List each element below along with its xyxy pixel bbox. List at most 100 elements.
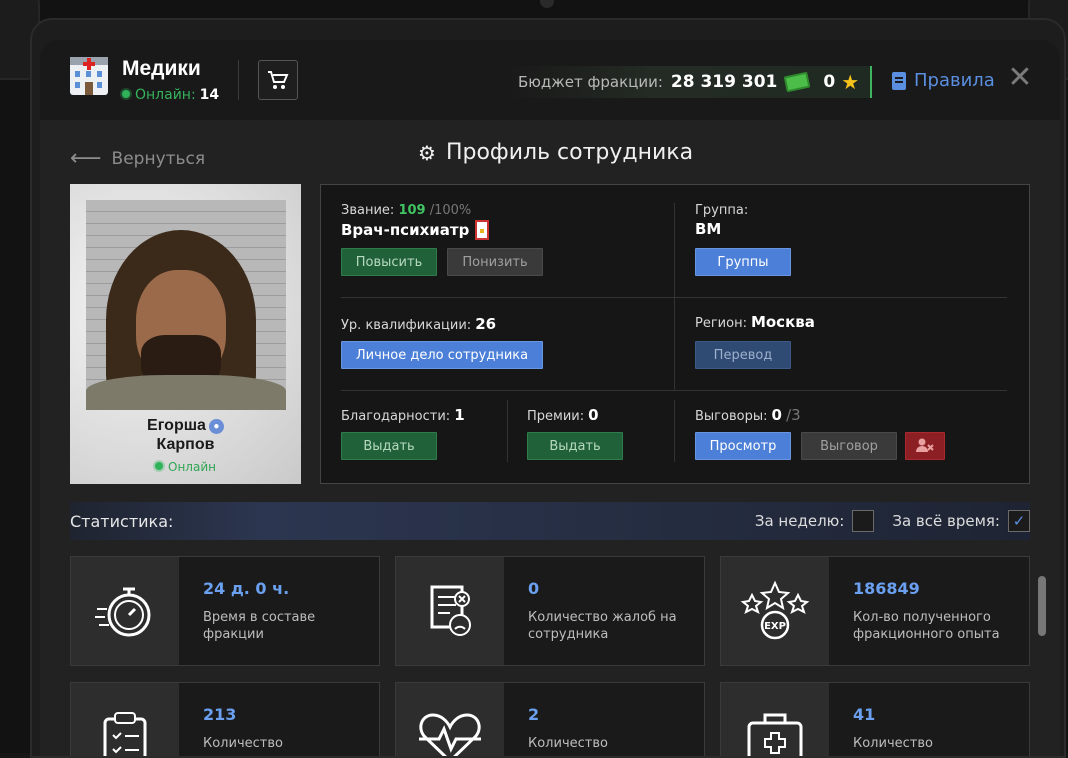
rank-name: Врач-психиатр (341, 221, 470, 239)
reprimand-button[interactable]: Выговор (801, 432, 897, 460)
column-divider (674, 203, 675, 391)
reprimand-block: Выговоры: 0 /3 (695, 406, 801, 424)
qualification-label: Ур. квалификации: (341, 318, 472, 333)
week-filter-label: За неделю: (754, 512, 845, 530)
bonus-value: 0 (588, 406, 599, 424)
demote-button[interactable]: Понизить (447, 248, 543, 276)
row-divider (341, 390, 1007, 391)
employee-photo (86, 200, 286, 410)
gear-icon: ⚙ (418, 140, 436, 165)
stat-label: Количество жалоб на сотрудника (528, 610, 677, 642)
stat-value: 2 (528, 705, 540, 724)
thanks-value: 1 (454, 406, 465, 424)
budget-label: Бюджет фракции: (518, 73, 663, 91)
dismiss-button[interactable] (905, 432, 945, 460)
groups-button[interactable]: Группы (695, 248, 791, 276)
document-icon (892, 71, 906, 90)
column-divider (674, 400, 675, 462)
reprimand-value: 0 (771, 406, 782, 424)
profile-content: ⟵ Вернуться ⚙ Профиль сотрудника Егорша ●… (40, 120, 1060, 756)
employee-first-name: Егорша (147, 417, 206, 434)
reprimand-max: /3 (786, 406, 801, 424)
online-count: 14 (199, 87, 220, 103)
rules-link[interactable]: Правила (892, 70, 995, 91)
rank-insignia-icon (475, 220, 490, 240)
give-thanks-button[interactable]: Выдать (341, 432, 437, 460)
page-title: ⚙ Профиль сотрудника (418, 140, 693, 165)
faction-window: Медики Онлайн: 14 Бюджет фракции: 28 319 … (30, 18, 1066, 758)
stopwatch-icon (71, 557, 179, 665)
complaint-doc-icon (396, 557, 504, 665)
online-label: Онлайн: (135, 87, 196, 103)
stat-value: 41 (853, 705, 876, 724)
heartbeat-icon (396, 683, 504, 756)
rank-max: /100% (429, 203, 472, 218)
online-counter: Онлайн: 14 (122, 87, 219, 103)
group-value: ВМ (695, 220, 722, 238)
stat-value: 186849 (853, 579, 920, 598)
remove-user-icon (916, 438, 934, 452)
region-block: Регион: Москва (695, 313, 815, 331)
personal-file-button[interactable]: Личное дело сотрудника (341, 341, 543, 369)
medkit-icon (721, 683, 829, 756)
stat-label: Количество (203, 736, 283, 751)
statistics-bar: Статистика: За неделю: За всё время: ✓ (70, 502, 1030, 540)
stat-tile: 213 Количество (70, 682, 380, 756)
give-bonus-button[interactable]: Выдать (527, 432, 623, 460)
all-time-checkbox[interactable]: ✓ (1008, 510, 1030, 532)
rank-value: 109 (398, 203, 426, 218)
clipboard-icon (71, 683, 179, 756)
stat-value: 0 (528, 579, 540, 598)
stars-value: 0 (823, 72, 836, 92)
stat-tile: 24 д. 0 ч. Время в составе фракции (70, 556, 380, 666)
close-button[interactable]: ✕ (1006, 63, 1034, 93)
faction-budget: Бюджет фракции: 28 319 301 0 ★ (508, 66, 872, 98)
stat-tile: 0 Количество жалоб на сотрудника (395, 556, 705, 666)
checkmark-icon: ✓ (1012, 512, 1026, 530)
thanks-label: Благодарности: (341, 409, 451, 424)
reprimand-label: Выговоры: (695, 409, 768, 424)
region-value: Москва (750, 313, 815, 331)
back-label: Вернуться (111, 148, 206, 169)
column-divider (507, 400, 508, 462)
employee-last-name: Карпов (156, 436, 215, 453)
stat-label: Количество (528, 736, 608, 751)
stat-value: 213 (203, 705, 237, 724)
frame-notch (540, 0, 554, 8)
transfer-button[interactable]: Перевод (695, 341, 791, 369)
page-title-text: Профиль сотрудника (445, 140, 694, 165)
rank-label: Звание: (341, 203, 395, 218)
all-time-filter-label: За всё время: (892, 512, 1000, 530)
online-dot-icon (122, 90, 130, 98)
scrollbar-thumb[interactable] (1038, 576, 1046, 636)
budget-value: 28 319 301 (670, 72, 778, 92)
svg-text:EXP: EXP (764, 621, 786, 632)
employee-name: Егорша ● Карпов (70, 416, 301, 454)
employee-info-panel: Звание: 109 /100% Врач-психиатр Повысить… (320, 184, 1030, 484)
back-button[interactable]: ⟵ Вернуться (70, 146, 205, 171)
header-divider (238, 60, 239, 100)
view-reprimands-button[interactable]: Просмотр (695, 432, 791, 460)
stat-label: Время в составе фракции (203, 610, 316, 642)
window-header: Медики Онлайн: 14 Бюджет фракции: 28 319 … (40, 40, 1060, 120)
bonus-block: Премии: 0 (527, 406, 599, 424)
stat-value: 24 д. 0 ч. (203, 579, 290, 598)
stat-tile: 41 Количество (720, 682, 1030, 756)
promote-button[interactable]: Повысить (341, 248, 437, 276)
bonus-label: Премии: (527, 409, 585, 424)
week-checkbox[interactable] (852, 510, 875, 532)
stat-tile: 2 Количество (395, 682, 705, 756)
qualification-value: 26 (475, 315, 497, 333)
employee-status: Онлайн (70, 460, 301, 474)
rules-label: Правила (914, 70, 995, 91)
employee-status-label: Онлайн (168, 460, 216, 474)
faction-name: Медики (122, 57, 201, 80)
shop-button[interactable] (258, 60, 298, 100)
stat-label: Количество (853, 736, 933, 751)
user-icon: ● (208, 419, 224, 434)
qualification-block: Ур. квалификации: 26 (341, 315, 496, 333)
stat-tile: EXP 186849 Кол-во полученного фракционно… (720, 556, 1030, 666)
arrow-left-icon: ⟵ (70, 146, 102, 171)
star-icon: ★ (841, 70, 860, 94)
stat-label: Кол-во полученного фракционного опыта (853, 610, 1000, 642)
